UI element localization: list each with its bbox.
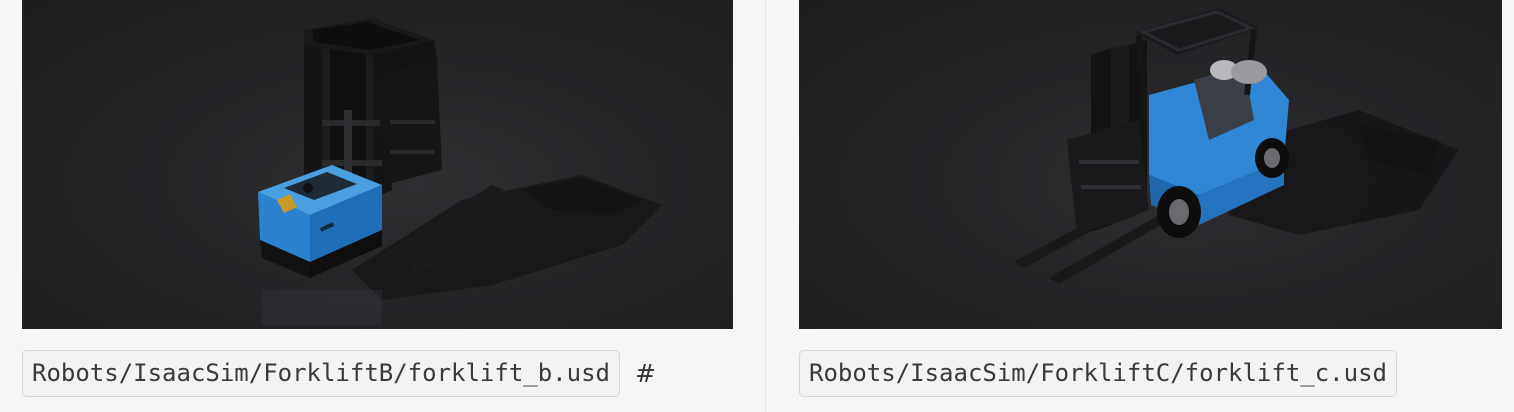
forklift-b-anchor-link[interactable]: # (635, 351, 656, 396)
forklift-b-render-icon (258, 18, 662, 325)
forklift-b-caption: Robots/IsaacSim/ForkliftB/forklift_b.usd… (22, 350, 656, 397)
forklift-c-image (799, 0, 1502, 329)
forklift-c-caption: Robots/IsaacSim/ForkliftC/forklift_c.usd (799, 350, 1397, 397)
forklift-c-usd-path[interactable]: Robots/IsaacSim/ForkliftC/forklift_c.usd (799, 350, 1397, 397)
asset-gallery: Robots/IsaacSim/ForkliftB/forklift_b.usd… (0, 0, 1514, 412)
column-divider (765, 0, 766, 412)
forklift-b-usd-path[interactable]: Robots/IsaacSim/ForkliftB/forklift_b.usd (22, 350, 620, 397)
forklift-b-image (22, 0, 733, 329)
gallery-cell-forklift-c: Robots/IsaacSim/ForkliftC/forklift_c.usd (799, 0, 1514, 397)
gallery-cell-forklift-b: Robots/IsaacSim/ForkliftB/forklift_b.usd… (22, 0, 767, 397)
forklift-c-render-icon (1014, 8, 1459, 284)
